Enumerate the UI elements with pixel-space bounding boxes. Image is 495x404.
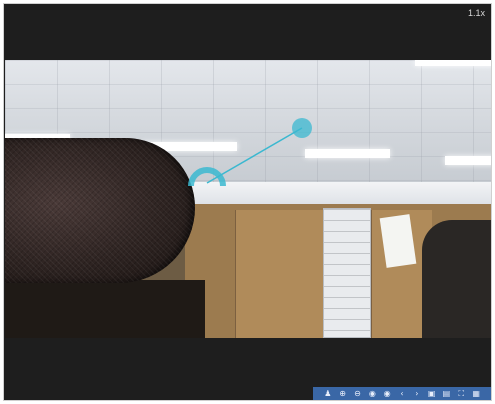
record-icon[interactable]: ◉ xyxy=(368,389,376,398)
video-player-window: 1.1x ♟ ⊕ ⊖ ◉ ◉ ‹ › ▣ ▤ ⛶ ▦ xyxy=(3,3,492,401)
ptz-overlay xyxy=(188,118,312,187)
zoom-level-label: 1.1x xyxy=(467,8,485,18)
player-toolbar: ♟ ⊕ ⊖ ◉ ◉ ‹ › ▣ ▤ ⛶ ▦ xyxy=(313,387,491,400)
stop-icon[interactable]: ◉ xyxy=(383,389,391,398)
prev-icon[interactable]: ‹ xyxy=(398,389,406,398)
ptz-origin-arc[interactable] xyxy=(188,167,226,187)
camera-video-feed[interactable] xyxy=(5,60,491,338)
next-icon[interactable]: › xyxy=(413,389,421,398)
film-icon[interactable]: ▤ xyxy=(442,389,451,398)
zoom-out-icon[interactable]: ⊖ xyxy=(353,389,361,398)
ptz-target-handle[interactable] xyxy=(292,118,312,138)
person-icon[interactable]: ♟ xyxy=(324,389,332,398)
image-icon[interactable]: ▣ xyxy=(428,389,436,398)
zoom-in-icon[interactable]: ⊕ xyxy=(339,389,347,398)
grid-icon[interactable]: ▦ xyxy=(472,389,480,398)
fullscreen-icon[interactable]: ⛶ xyxy=(457,389,465,398)
